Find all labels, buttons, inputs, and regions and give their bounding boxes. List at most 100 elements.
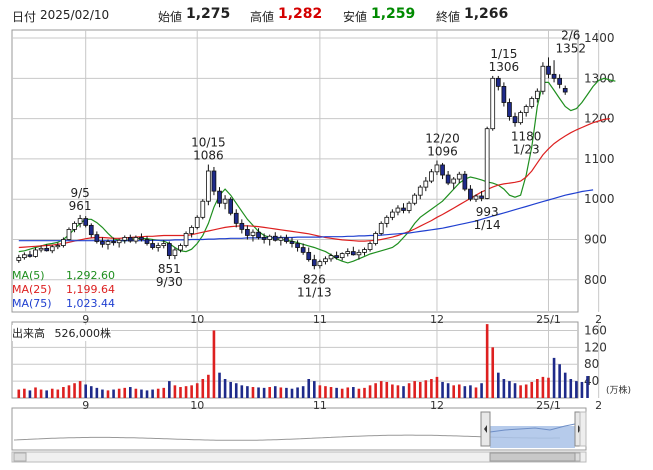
volume-tick-label: 120 [584,340,607,354]
candle-body [66,229,72,240]
volume-bar [418,381,422,398]
volume-bar [430,379,433,398]
annotation-value: 961 [69,199,92,213]
candle-body [507,102,512,118]
volume-bar [379,381,383,398]
candle-body [540,65,546,92]
candle-body [423,180,429,188]
candle-body [495,77,501,87]
volume-bar [73,383,76,398]
volume-bar [212,330,216,398]
x-tick-label: 11 [313,313,327,326]
volume-title-label: 出来高 [12,327,45,340]
volume-bar [301,386,305,398]
volume-bar [145,390,149,398]
candle-body [166,243,172,256]
candle-body [150,243,155,248]
candle-body [562,88,568,93]
volume-bar [95,387,99,398]
annotation-value: 993 [476,205,499,219]
candle-body [228,198,234,214]
volume-bar [179,387,182,398]
volume-tick-label: 80 [584,357,599,371]
price-tick-label: 1000 [584,192,615,206]
volume-bar [474,387,478,398]
legend-ma25-value: 1,199.64 [66,283,115,296]
volume-x-tick-label: 11 [313,399,327,412]
candle-body [334,255,339,259]
volume-bar [396,385,400,398]
candle-body [490,77,496,130]
volume-bar [184,386,188,398]
volume-bar [240,385,244,398]
candle-body [133,237,139,242]
volume-bar [552,357,556,398]
volume-bar [497,372,500,398]
candle-body [49,246,55,252]
volume-bar [28,390,32,398]
candle-body [144,239,150,244]
candle-body [72,222,77,230]
candle-body [362,249,367,253]
candle-body [378,222,384,234]
volume-bar [346,387,350,398]
candle-body [22,254,27,259]
candle-body [412,194,418,204]
x-tick-label: 10 [190,313,204,326]
candle-body [434,164,440,173]
candle-body [100,241,105,245]
candle-body [350,251,356,256]
candle-body [206,170,211,202]
candle-body [33,249,38,257]
volume-bar [530,381,534,398]
volume-bar [201,379,205,398]
legend-ma25: MA(25) 1,199.64 [12,283,115,296]
candle-body [200,200,206,218]
candle-body [239,222,245,230]
candle-body [189,226,194,234]
candle-body [127,237,133,242]
candle-body [523,106,529,113]
x-tick-label: 25/1 [536,313,561,326]
candle-body [278,237,284,241]
volume-bar [62,387,65,398]
candle-body [88,224,94,236]
annotation-value: 1086 [193,149,224,163]
volume-bar [140,389,143,398]
volume-bar [112,389,115,398]
volume-title-value: 526,000株 [54,327,112,340]
volume-bar [536,379,539,398]
volume-bar [558,364,561,398]
volume-bar [50,388,54,398]
candle-body [222,198,228,204]
candle-body [317,261,323,267]
legend-ma5: MA(5) 1,292.60 [12,269,115,282]
volume-x-tick-label: 2 [595,399,602,412]
candle-body [345,251,351,254]
volume-x-tick-label: 10 [190,399,204,412]
price-tick-label: 1300 [584,71,615,85]
candle-body [384,216,390,224]
legend-ma75: MA(75) 1,023.44 [12,297,115,310]
volume-bar [84,384,87,398]
volume-bar [151,389,154,398]
volume-unit: (万株) [606,386,632,396]
volume-bar [134,388,138,398]
volume-bar [268,387,271,398]
candle-body [155,245,161,248]
volume-bar [452,385,455,398]
chart-canvas: 8009001000110012001300140099101011111212… [11,28,616,463]
volume-bar [195,383,199,398]
candle-body [183,233,189,246]
volume-bar [173,385,177,398]
volume-bar [89,386,93,398]
volume-bar [469,385,472,398]
volume-bar [162,387,166,398]
candle-body [390,211,395,218]
volume-bar [257,387,260,398]
candle-body [367,243,373,250]
volume-bar [547,377,550,398]
volume-bar [218,372,221,398]
volume-bar [56,389,60,398]
candle-body [295,243,300,248]
